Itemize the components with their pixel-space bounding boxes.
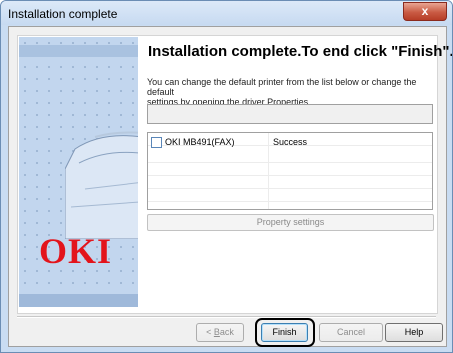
printer-name: OKI MB491(FAX) [165, 137, 235, 147]
help-button[interactable]: Help [385, 323, 443, 342]
info-line-1: You can change the default printer from … [147, 77, 417, 97]
banner-top-band [19, 45, 138, 57]
button-separator [17, 316, 436, 318]
checkbox-unchecked-icon[interactable] [151, 137, 162, 148]
empty-list-row [148, 150, 432, 163]
close-button[interactable]: x [403, 2, 447, 21]
cancel-button[interactable]: Cancel [319, 323, 383, 342]
back-prefix: < [206, 327, 214, 337]
window-title: Installation complete [8, 7, 118, 21]
list-item[interactable]: OKI MB491(FAX) Success [148, 133, 432, 148]
finish-button[interactable]: Finish [261, 323, 308, 342]
dialog-client-area: OKI Installation complete.To end click "… [8, 26, 452, 347]
empty-list-row [148, 163, 432, 176]
installer-window: Installation complete x OKI Installation… [0, 0, 453, 353]
back-button[interactable]: < Back [196, 323, 244, 342]
info-text: You can change the default printer from … [147, 77, 439, 107]
back-rest: ack [219, 327, 234, 337]
printer-list[interactable]: OKI MB491(FAX) Success [147, 132, 433, 210]
install-status: Success [273, 137, 308, 147]
side-banner: OKI [19, 37, 138, 307]
property-settings-button[interactable]: Property settings [147, 214, 434, 231]
title-bar: Installation complete x [1, 1, 452, 25]
empty-list-row [148, 189, 432, 202]
oki-logo: OKI [39, 231, 113, 271]
empty-list-row [148, 176, 432, 189]
printer-illustration-icon [65, 131, 138, 239]
default-printer-field[interactable] [147, 104, 433, 124]
page-title: Installation complete.To end click "Fini… [148, 43, 453, 60]
banner-bottom-band [19, 294, 138, 307]
close-icon: x [421, 4, 429, 18]
